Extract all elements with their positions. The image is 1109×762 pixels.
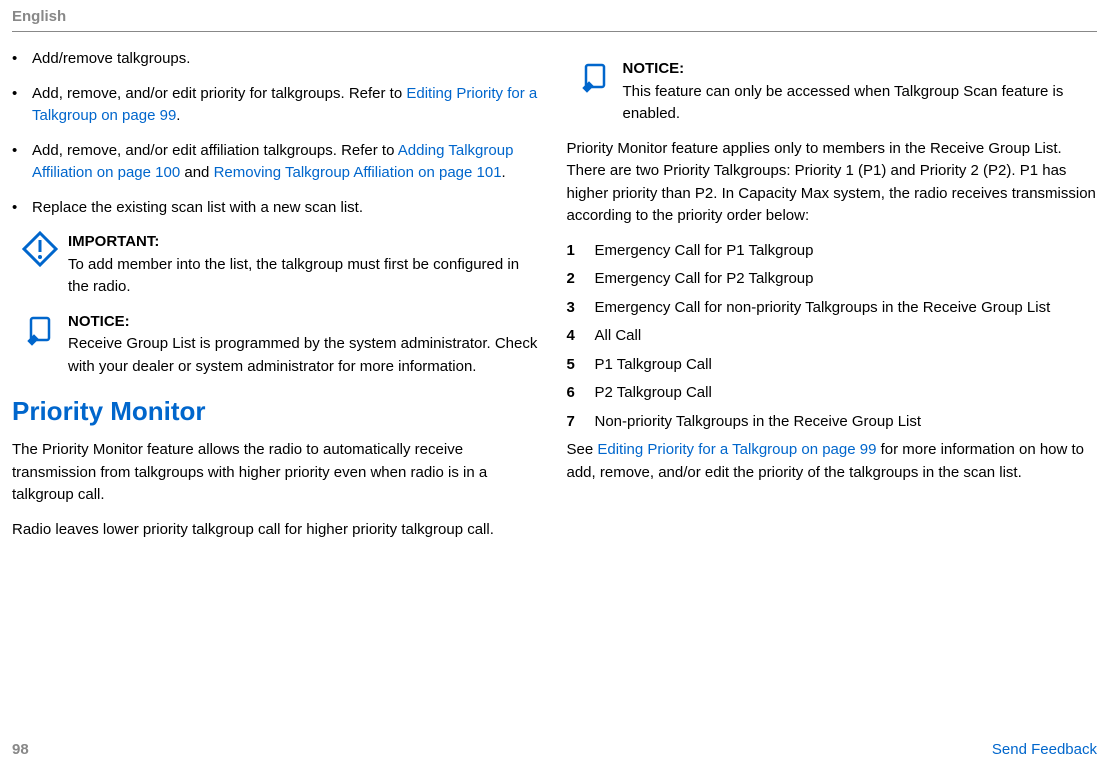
- link-edit-priority-2[interactable]: Editing Priority for a Talkgroup on page…: [597, 441, 876, 458]
- bullet-dot: •: [12, 83, 32, 128]
- bullet-item: • Replace the existing scan list with a …: [12, 197, 543, 220]
- bullet-text: Add/remove talkgroups.: [32, 48, 543, 71]
- notice-body: Receive Group List is programmed by the …: [68, 333, 543, 378]
- paragraph: Priority Monitor feature applies only to…: [567, 138, 1098, 228]
- list-text: P1 Talkgroup Call: [595, 354, 712, 377]
- closing-paragraph: See Editing Priority for a Talkgroup on …: [567, 439, 1098, 484]
- list-number: 7: [567, 411, 595, 434]
- notice-callout: NOTICE: This feature can only be accesse…: [567, 58, 1098, 126]
- paragraph: The Priority Monitor feature allows the …: [12, 439, 543, 507]
- page-header: English: [12, 8, 1097, 25]
- bullet-dot: •: [12, 48, 32, 71]
- list-number: 1: [567, 240, 595, 263]
- list-item: 6 P2 Talkgroup Call: [567, 382, 1098, 405]
- list-text: Emergency Call for non-priority Talkgrou…: [595, 297, 1051, 320]
- bullet-item: • Add, remove, and/or edit affiliation t…: [12, 140, 543, 185]
- bullet-text: Add, remove, and/or edit priority for ta…: [32, 83, 543, 128]
- left-column: • Add/remove talkgroups. • Add, remove, …: [12, 48, 543, 553]
- header-divider: [12, 31, 1097, 32]
- list-item: 4 All Call: [567, 325, 1098, 348]
- bullet-item: • Add, remove, and/or edit priority for …: [12, 83, 543, 128]
- important-title: IMPORTANT:: [68, 231, 543, 254]
- bullet-text-pre: Add, remove, and/or edit affiliation tal…: [32, 142, 398, 159]
- important-text: IMPORTANT: To add member into the list, …: [68, 231, 543, 299]
- list-number: 3: [567, 297, 595, 320]
- list-item: 1 Emergency Call for P1 Talkgroup: [567, 240, 1098, 263]
- important-callout: IMPORTANT: To add member into the list, …: [12, 231, 543, 299]
- bullet-text-mid: and: [180, 164, 213, 181]
- list-number: 2: [567, 268, 595, 291]
- list-text: Non-priority Talkgroups in the Receive G…: [595, 411, 922, 434]
- notice-body: This feature can only be accessed when T…: [623, 81, 1098, 126]
- bullet-text-pre: Add, remove, and/or edit priority for ta…: [32, 85, 406, 102]
- list-number: 5: [567, 354, 595, 377]
- bullet-dot: •: [12, 140, 32, 185]
- notice-title: NOTICE:: [623, 58, 1098, 81]
- section-title-priority-monitor: Priority Monitor: [12, 396, 543, 427]
- page-footer: 98 Send Feedback: [12, 741, 1097, 758]
- send-feedback-link[interactable]: Send Feedback: [992, 741, 1097, 758]
- paragraph: Radio leaves lower priority talkgroup ca…: [12, 519, 543, 542]
- list-number: 6: [567, 382, 595, 405]
- important-icon: [12, 231, 68, 299]
- bullet-text: Replace the existing scan list with a ne…: [32, 197, 543, 220]
- notice-text: NOTICE: Receive Group List is programmed…: [68, 311, 543, 379]
- bullet-text: Add, remove, and/or edit affiliation tal…: [32, 140, 543, 185]
- bullet-text-post: .: [176, 107, 180, 124]
- content-columns: • Add/remove talkgroups. • Add, remove, …: [12, 48, 1097, 553]
- list-item: 3 Emergency Call for non-priority Talkgr…: [567, 297, 1098, 320]
- important-body: To add member into the list, the talkgro…: [68, 254, 543, 299]
- bullet-text-post: .: [502, 164, 506, 181]
- notice-icon: [12, 311, 68, 379]
- list-item: 5 P1 Talkgroup Call: [567, 354, 1098, 377]
- right-column: NOTICE: This feature can only be accesse…: [567, 48, 1098, 553]
- list-item: 2 Emergency Call for P2 Talkgroup: [567, 268, 1098, 291]
- bullet-dot: •: [12, 197, 32, 220]
- notice-title: NOTICE:: [68, 311, 543, 334]
- bullet-item: • Add/remove talkgroups.: [12, 48, 543, 71]
- list-number: 4: [567, 325, 595, 348]
- notice-icon: [567, 58, 623, 126]
- notice-text: NOTICE: This feature can only be accesse…: [623, 58, 1098, 126]
- list-text: All Call: [595, 325, 642, 348]
- list-text: Emergency Call for P2 Talkgroup: [595, 268, 814, 291]
- list-text: Emergency Call for P1 Talkgroup: [595, 240, 814, 263]
- closing-pre: See: [567, 441, 598, 458]
- page-number: 98: [12, 741, 29, 758]
- link-remove-affiliation[interactable]: Removing Talkgroup Affiliation on page 1…: [214, 164, 502, 181]
- list-item: 7 Non-priority Talkgroups in the Receive…: [567, 411, 1098, 434]
- list-text: P2 Talkgroup Call: [595, 382, 712, 405]
- notice-callout: NOTICE: Receive Group List is programmed…: [12, 311, 543, 379]
